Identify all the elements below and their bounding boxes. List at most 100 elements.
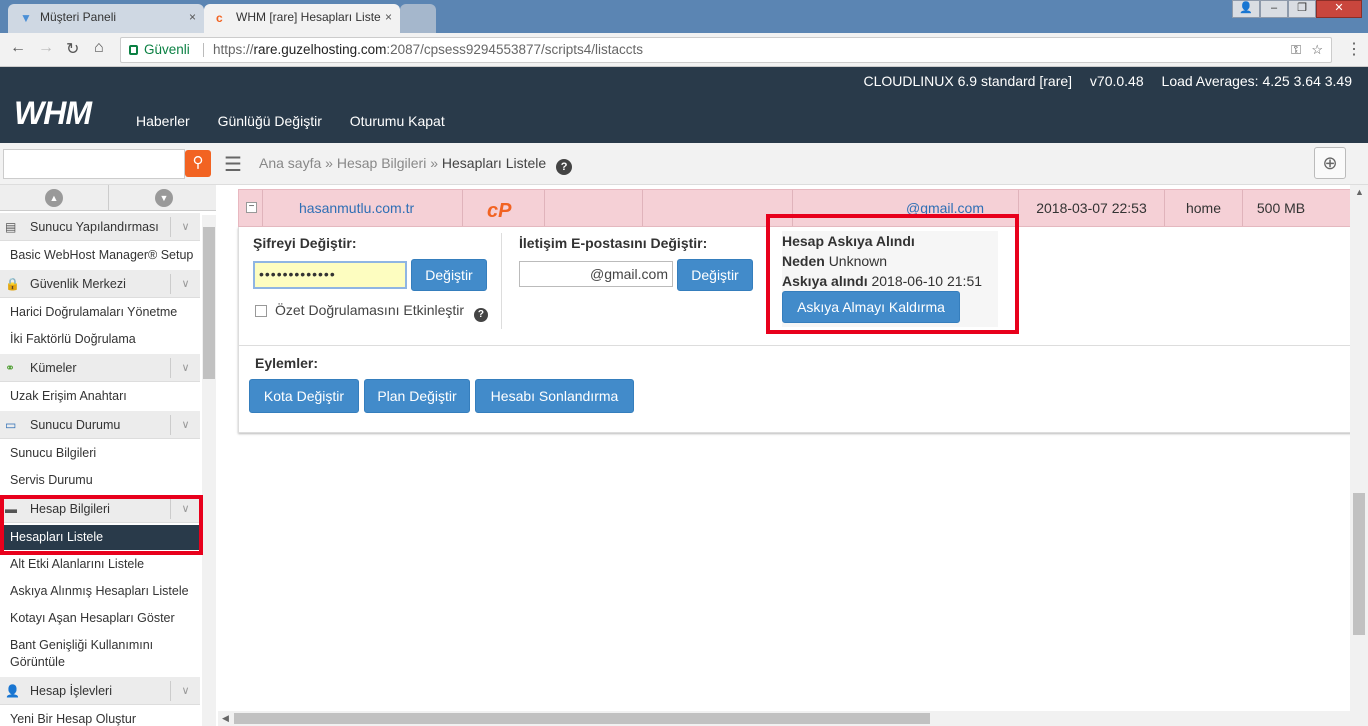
sidebar-item-list-suspended[interactable]: Askıya Alınmış Hesapları Listele (0, 583, 200, 600)
main-scroll-thumb[interactable] (1353, 493, 1365, 635)
chevron-down-icon[interactable]: ∨ (170, 274, 200, 294)
change-email-button[interactable]: Değiştir (677, 259, 753, 291)
main-vertical-scrollbar[interactable]: ▲ (1350, 185, 1368, 726)
main-horizontal-scrollbar[interactable]: ◀ (218, 711, 1350, 726)
maximize-icon[interactable]: ❐ (1288, 0, 1316, 18)
os-info: CLOUDLINUX 6.9 standard [rare] (863, 73, 1073, 89)
sidebar-item-external-auth[interactable]: Harici Doğrulamaları Yönetme (0, 304, 200, 321)
menu-icon[interactable]: ⋮ (1346, 39, 1362, 59)
whm-version: v70.0.48 (1089, 73, 1144, 89)
forward-icon[interactable]: → (38, 39, 54, 57)
chevron-down-icon[interactable]: ∨ (170, 415, 200, 435)
chevron-down-icon[interactable]: ∨ (170, 217, 200, 237)
new-tab-button[interactable] (400, 4, 436, 33)
sidebar-item-list-subdomains[interactable]: Alt Etki Alanlarını Listele (0, 556, 200, 573)
minimize-icon[interactable]: ‒ (1260, 0, 1288, 18)
back-icon[interactable]: ← (10, 39, 26, 57)
browser-tab-musteri[interactable]: ▼ Müşteri Paneli × (8, 4, 204, 33)
favicon-icon: ▼ (20, 11, 32, 25)
chevron-down-icon[interactable]: ∨ (170, 681, 200, 701)
account-partition: home (1165, 190, 1243, 226)
account-functions-icon: 👤 (5, 684, 20, 698)
sidebar-group-server-config[interactable]: ▤ Sunucu Yapılandırması ∨ (0, 213, 200, 241)
sidebar-item-create-account[interactable]: Yeni Bir Hesap Oluştur (0, 711, 200, 726)
browser-tab-whm[interactable]: c WHM [rare] Hesapları Liste × (204, 4, 400, 33)
star-icon[interactable]: ☆ (1311, 38, 1323, 62)
reload-icon[interactable]: ↻ (66, 39, 79, 59)
sidebar-item-server-info[interactable]: Sunucu Bilgileri (0, 445, 200, 462)
help-icon[interactable]: ? (556, 159, 573, 175)
whm-logo[interactable]: WHM (14, 95, 92, 132)
help-icon[interactable]: ? (473, 308, 488, 322)
digest-auth-checkbox[interactable] (255, 305, 267, 317)
tab-title: WHM [rare] Hesapları Liste (236, 10, 381, 24)
actions-label: Eylemler: (255, 355, 319, 371)
scroll-up-icon[interactable]: ▲ (1355, 187, 1364, 197)
nav-change-log[interactable]: Günlüğü Değiştir (218, 113, 322, 129)
modify-quota-button[interactable]: Kota Değiştir (249, 379, 359, 413)
arrow-up-icon[interactable]: ▲ (45, 189, 63, 207)
top-nav: Haberler Günlüğü Değiştir Oturumu Kapat (136, 113, 469, 129)
scroll-left-icon[interactable]: ◀ (222, 713, 229, 724)
digest-auth-label: Özet Doğrulamasını Etkinleştir ? (275, 302, 488, 322)
change-plan-button[interactable]: Plan Değiştir (364, 379, 470, 413)
sidebar-item-over-quota[interactable]: Kotayı Aşan Hesapları Göster (0, 610, 200, 627)
whm-header: CLOUDLINUX 6.9 standard [rare] v70.0.48 … (0, 67, 1368, 143)
sidebar-item-remote-access[interactable]: Uzak Erişim Anahtarı (0, 388, 200, 405)
highlight-box (766, 214, 1019, 334)
chevron-down-icon[interactable]: ∨ (170, 358, 200, 378)
breadcrumb: Ana sayfa » Hesap Bilgileri » Hesapları … (259, 155, 573, 175)
sidebar: ▲ ▼ ▤ Sunucu Yapılandırması ∨ Basic WebH… (0, 185, 218, 726)
sidebar-group-account-functions[interactable]: 👤 Hesap İşlevleri ∨ (0, 677, 200, 705)
sidebar-scroll-thumb[interactable] (203, 227, 215, 379)
support-icon[interactable]: ⊕ (1314, 147, 1346, 179)
breadcrumb-current: Hesapları Listele (441, 155, 547, 171)
sidebar-group-clusters[interactable]: ⚭ Kümeler ∨ (0, 354, 200, 382)
window-close-icon[interactable]: ✕ (1316, 0, 1362, 18)
highlight-box (0, 495, 203, 555)
url-separator (203, 43, 204, 57)
change-email-label: İletişim E-postasını Değiştir: (519, 235, 708, 251)
password-input[interactable]: ••••••••••••• (253, 261, 407, 289)
tab-close-icon[interactable]: × (385, 4, 392, 31)
account-ip-cell (545, 190, 643, 226)
sidebar-scroll-arrows: ▲ ▼ (0, 185, 216, 211)
horizontal-scroll-thumb[interactable] (234, 713, 930, 724)
account-detail-panel: Şifreyi Değiştir: ••••••••••••• Değiştir… (238, 214, 1361, 433)
terminate-account-button[interactable]: Hesabı Sonlandırma (475, 379, 634, 413)
tab-title: Müşteri Paneli (40, 10, 117, 24)
breadcrumb-bar: ⚲ ☰ Ana sayfa » Hesap Bilgileri » Hesapl… (0, 143, 1368, 185)
sidebar-scrollbar[interactable] (202, 215, 216, 726)
change-password-button[interactable]: Değiştir (411, 259, 487, 291)
url-field[interactable]: Güvenli https://rare.guzelhosting.com:20… (120, 37, 1332, 63)
lock-icon (129, 45, 138, 55)
sidebar-search-input[interactable] (3, 149, 185, 179)
cpanel-favicon-icon: c (216, 11, 223, 25)
lock-icon: 🔒 (5, 277, 20, 291)
profile-icon[interactable]: 👤 (1232, 0, 1260, 18)
email-input[interactable]: @gmail.com (519, 261, 673, 287)
hamburger-menu-icon[interactable]: ☰ (224, 152, 242, 177)
cluster-icon: ⚭ (5, 361, 16, 375)
system-info: CLOUDLINUX 6.9 standard [rare] v70.0.48 … (850, 73, 1353, 89)
tab-close-icon[interactable]: × (189, 4, 196, 31)
search-icon[interactable]: ⚲ (185, 150, 211, 177)
arrow-down-icon[interactable]: ▼ (155, 189, 173, 207)
sidebar-item-bandwidth[interactable]: Bant Genişliği Kullanımını Görüntüle (0, 637, 200, 671)
sidebar-group-server-status[interactable]: ▭ Sunucu Durumu ∨ (0, 411, 200, 439)
home-icon[interactable]: ⌂ (94, 39, 104, 57)
key-icon[interactable]: ⚿ (1291, 38, 1301, 62)
breadcrumb-parent[interactable]: Hesap Bilgileri (337, 155, 426, 171)
breadcrumb-home[interactable]: Ana sayfa (259, 155, 321, 171)
sidebar-group-security[interactable]: 🔒 Güvenlik Merkezi ∨ (0, 270, 200, 298)
cpanel-icon[interactable]: cP (487, 193, 519, 229)
nav-news[interactable]: Haberler (136, 113, 190, 129)
sidebar-item-basic-setup[interactable]: Basic WebHost Manager® Setup (0, 247, 200, 264)
sidebar-item-two-factor[interactable]: İki Faktörlü Doğrulama (0, 331, 200, 348)
collapse-icon[interactable]: − (246, 202, 257, 213)
sidebar-item-service-status[interactable]: Servis Durumu (0, 472, 200, 489)
secure-indicator[interactable]: Güvenli (129, 38, 190, 62)
load-averages: Load Averages: 4.25 3.64 3.49 (1161, 73, 1352, 89)
nav-logout[interactable]: Oturumu Kapat (350, 113, 445, 129)
browser-tab-bar: ▼ Müşteri Paneli × c WHM [rare] Hesaplar… (0, 0, 1368, 33)
